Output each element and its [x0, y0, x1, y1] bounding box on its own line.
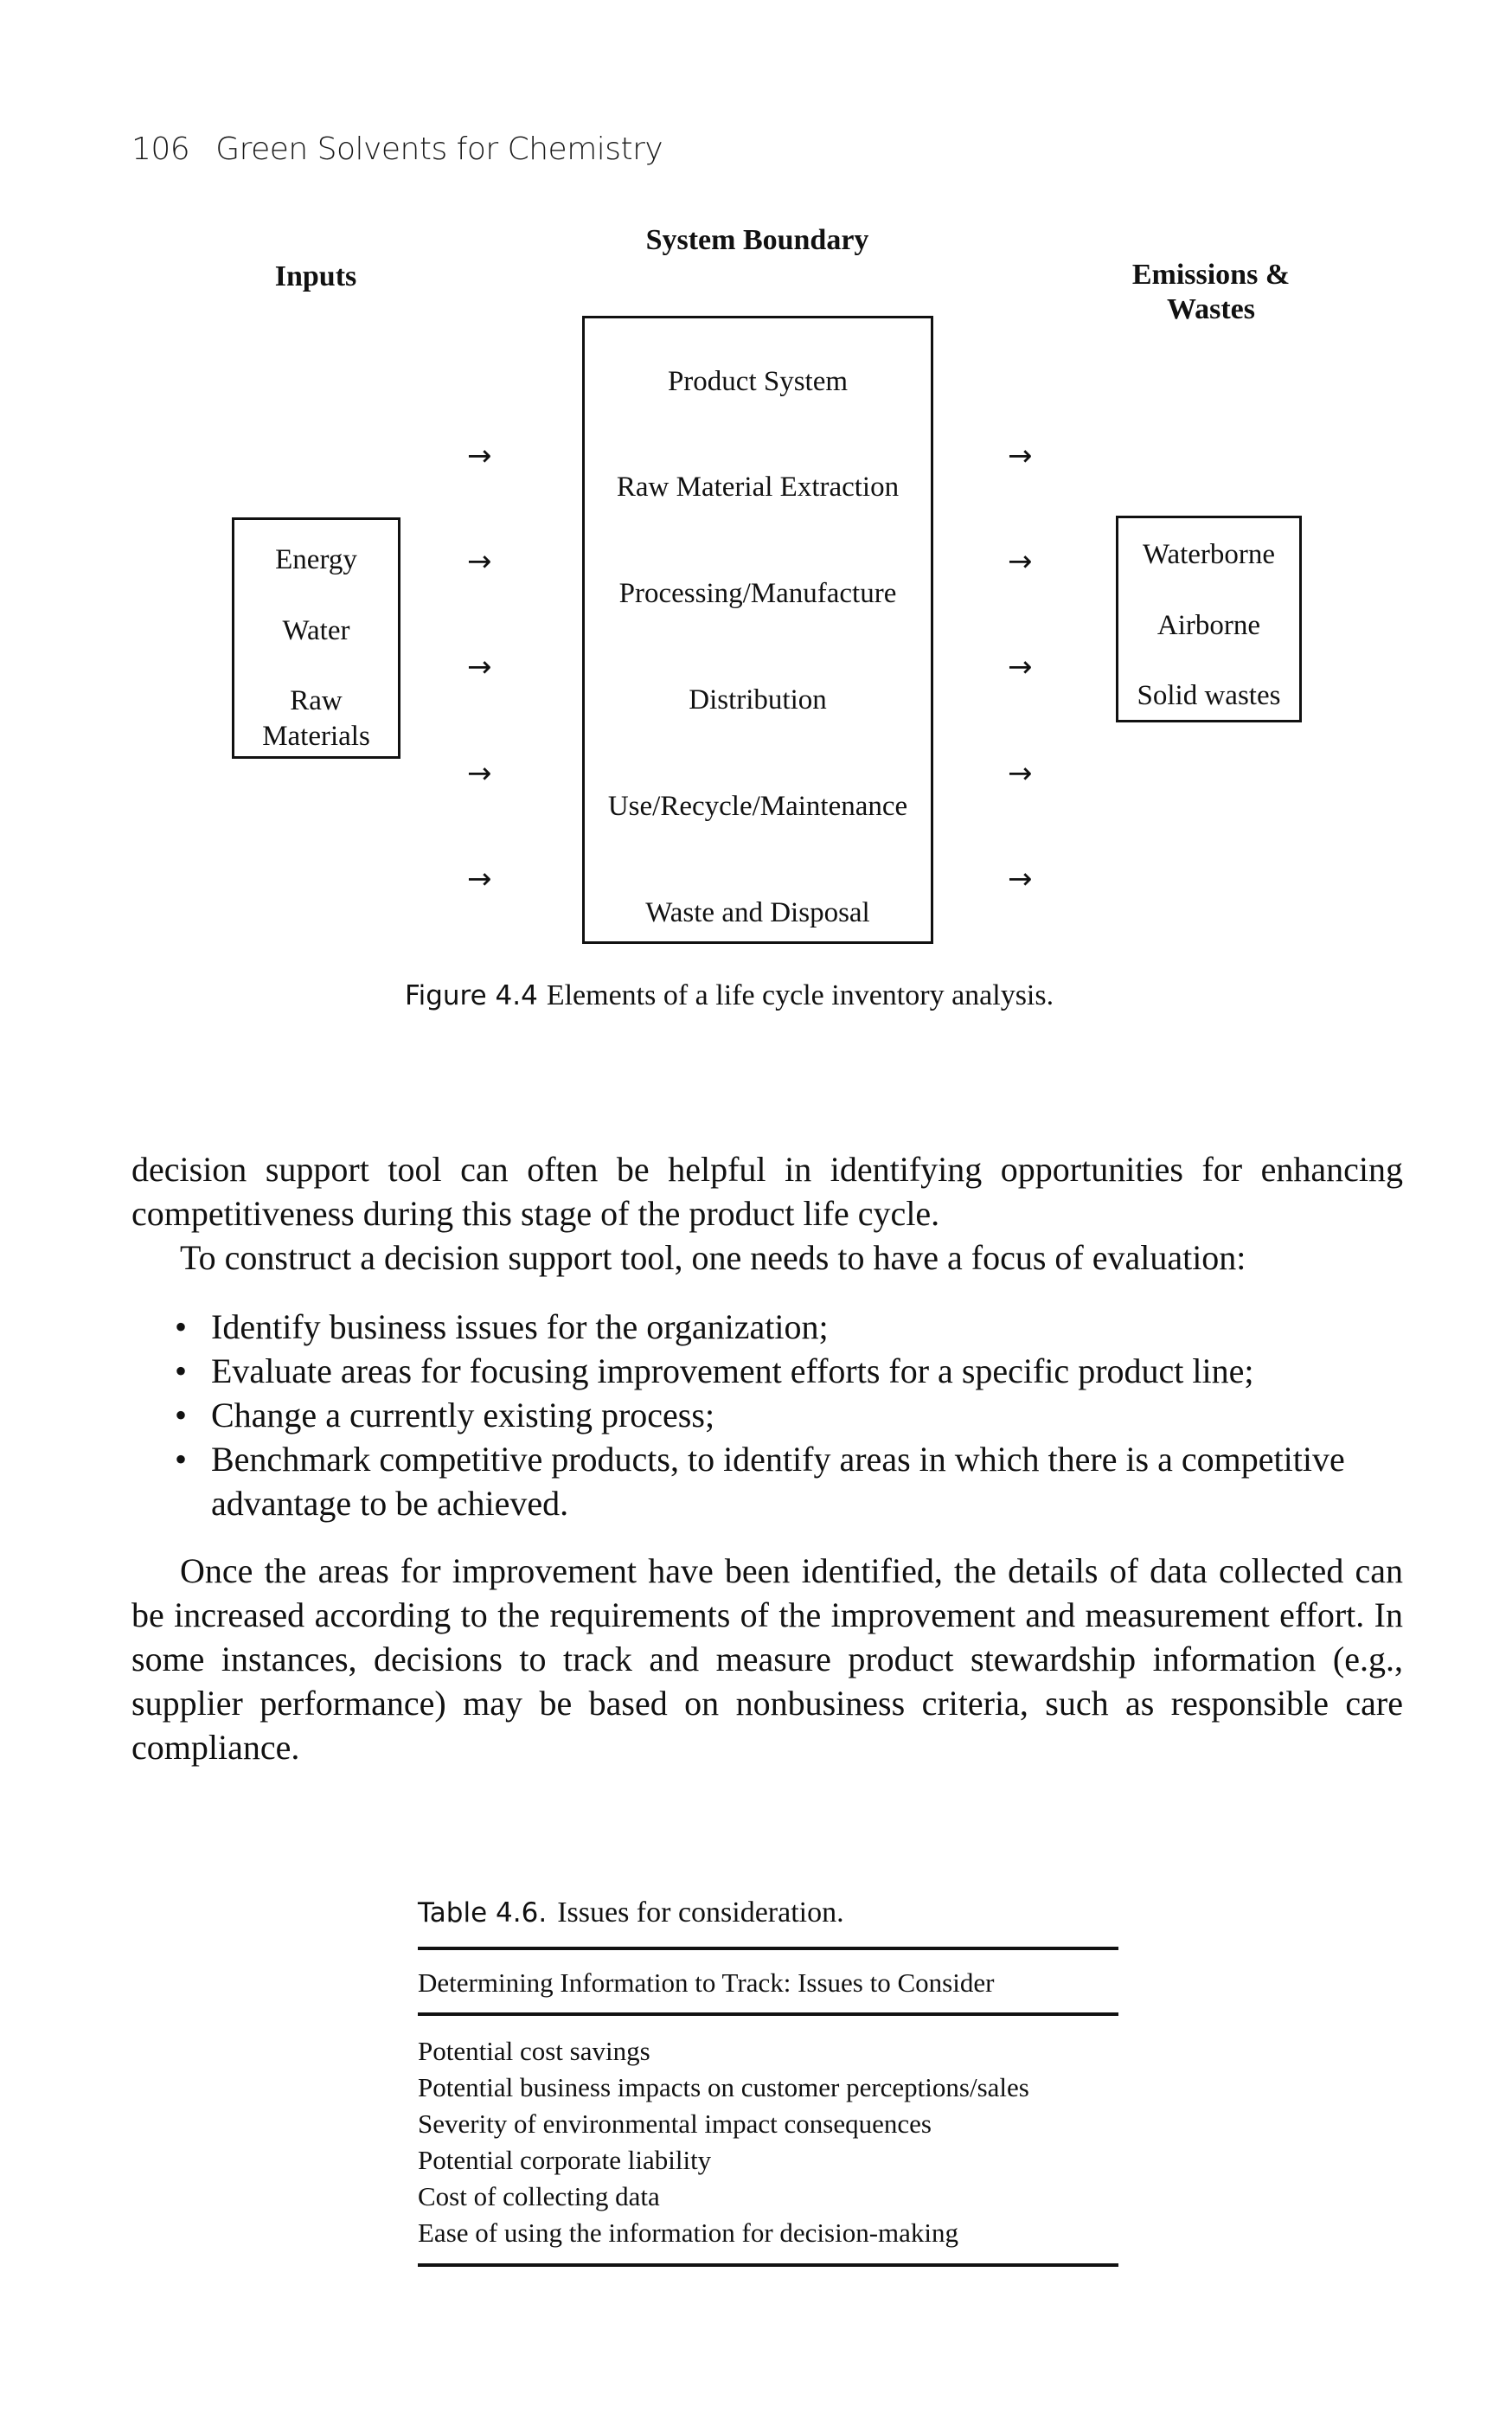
table-row: Potential cost savings — [418, 2036, 650, 2066]
inputs-box: Energy Water Raw Materials — [232, 517, 400, 759]
table-header-rule — [418, 2012, 1118, 2016]
table-row: Ease of using the information for decisi… — [418, 2217, 959, 2248]
table-header: Determining Information to Track: Issues… — [418, 1967, 995, 1998]
bullet-icon: • — [175, 1396, 188, 1434]
bullet-item: • Benchmark competitive products, to iden… — [131, 1437, 1403, 1525]
bullet-icon: • — [175, 1307, 188, 1346]
emission-solid-wastes: Solid wastes — [1137, 680, 1281, 711]
stage-processing-manufacture: Processing/Manufacture — [618, 578, 897, 609]
emission-waterborne: Waterborne — [1142, 539, 1276, 570]
table-caption: Table 4.6. Issues for consideration. — [418, 1897, 1118, 1929]
paragraph-2-text: To construct a decision support tool, on… — [180, 1238, 1246, 1277]
table-title: Issues for consideration. — [557, 1897, 844, 1929]
emissions-box: Waterborne Airborne Solid wastes — [1116, 516, 1302, 722]
book-title: Green Solvents for Chemistry — [215, 132, 663, 167]
input-arrow-icon: → — [467, 756, 492, 791]
output-arrow-icon: → — [1008, 862, 1033, 896]
table-label: Table 4.6. — [418, 1897, 548, 1929]
output-arrow-icon: → — [1008, 439, 1033, 473]
input-materials: Materials — [262, 721, 370, 752]
input-energy: Energy — [275, 544, 357, 575]
stage-waste-and-disposal: Waste and Disposal — [645, 897, 870, 928]
page-number: 106 — [131, 132, 190, 167]
bullet-item: • Identify business issues for the organi… — [131, 1305, 1403, 1349]
figure-caption-text: Elements of a life cycle inventory analy… — [546, 979, 1054, 1011]
table-row: Cost of collecting data — [418, 2181, 660, 2211]
input-arrow-icon: → — [467, 650, 492, 684]
product-system-title: Product System — [667, 366, 849, 397]
output-arrow-icon: → — [1008, 544, 1033, 579]
input-water: Water — [282, 615, 350, 646]
table-row: Potential business impacts on customer p… — [418, 2072, 1029, 2102]
table-top-rule — [418, 1947, 1118, 1950]
emissions-label-line2: Wastes — [1167, 293, 1255, 325]
table-body: Potential cost savings Potential busines… — [418, 2033, 1118, 2251]
emissions-label-line1: Emissions & — [1131, 259, 1291, 291]
table-row: Potential corporate liability — [418, 2145, 712, 2175]
bullet-item: • Evaluate areas for focusing improvement… — [131, 1349, 1403, 1393]
table-row: Severity of environmental impact consequ… — [418, 2108, 932, 2139]
system-boundary-label: System Boundary — [645, 224, 869, 256]
table-issues-for-consideration: Table 4.6. Issues for consideration. Dete… — [418, 1897, 1118, 2267]
input-arrow-icon: → — [467, 862, 492, 896]
emission-airborne: Airborne — [1156, 610, 1261, 641]
output-arrow-icon: → — [1008, 650, 1033, 684]
paragraph-1: decision support tool can often be helpf… — [131, 1150, 1403, 1233]
figure-label: Figure 4.4 — [405, 980, 538, 1011]
bullet-icon: • — [175, 1351, 188, 1390]
inputs-label: Inputs — [274, 260, 357, 292]
stage-raw-material-extraction: Raw Material Extraction — [616, 472, 900, 503]
paragraph-3-text: Once the areas for improvement have been… — [131, 1551, 1403, 1767]
stage-distribution: Distribution — [689, 684, 827, 716]
emissions-wastes-label: Emissions & Wastes — [1081, 258, 1341, 327]
paragraph-2: To construct a decision support tool, on… — [131, 1235, 1403, 1280]
input-arrow-icon: → — [467, 439, 492, 473]
output-arrow-icon: → — [1008, 756, 1033, 791]
input-raw: Raw — [290, 685, 343, 716]
stage-use-recycle-maintenance: Use/Recycle/Maintenance — [607, 791, 908, 822]
bullet-icon: • — [175, 1440, 188, 1479]
paragraph-3: Once the areas for improvement have been… — [131, 1549, 1403, 1769]
figure-caption: Figure 4.4 Elements of a life cycle inven… — [405, 979, 1054, 1012]
bullet-item: • Change a currently existing process; — [131, 1393, 1403, 1437]
table-bottom-rule — [418, 2263, 1118, 2267]
focus-bullet-list: • Identify business issues for the organi… — [131, 1305, 1403, 1525]
running-head: 106 Green Solvents for Chemistry — [131, 132, 663, 167]
product-system-box: Product System Raw Material Extraction P… — [582, 316, 933, 944]
input-arrow-icon: → — [467, 544, 492, 579]
